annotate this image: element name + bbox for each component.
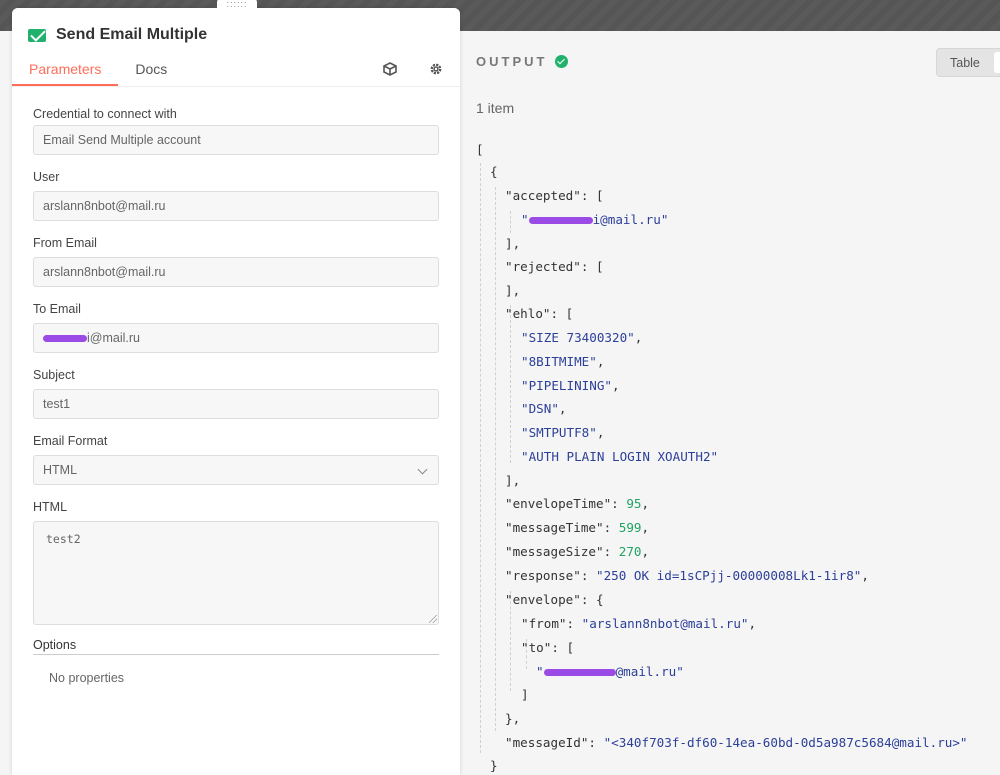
node-title: Send Email Multiple — [28, 26, 207, 44]
tab-parameters[interactable]: Parameters — [12, 60, 119, 86]
subject-label: Subject — [33, 368, 75, 382]
redaction-mark — [528, 217, 593, 224]
item-count: 1 item — [476, 100, 515, 116]
json-line: "8BITMIME", — [521, 354, 605, 369]
gear-icon[interactable] — [428, 62, 444, 78]
json-line: { — [490, 164, 498, 179]
panel-header: Send Email Multiple Parameters Docs — [12, 8, 460, 86]
html-textarea[interactable]: test2 — [33, 521, 439, 625]
email-format-value: HTML — [43, 463, 78, 477]
html-textarea-value: test2 — [46, 532, 81, 546]
redaction-mark — [543, 669, 616, 676]
credential-label: Credential to connect with — [33, 107, 177, 121]
json-line: "messageId": "<340f703f-df60-14ea-60bd-0… — [505, 735, 968, 750]
tab-bar: Parameters Docs — [12, 60, 184, 86]
parameters-form: Credential to connect with Email Send Mu… — [12, 86, 460, 775]
view-toggle[interactable]: Table — [936, 48, 1000, 77]
view-toggle-label: Table — [950, 56, 980, 70]
json-line: "messageTime": 599, — [505, 520, 650, 535]
json-line: " @mail.ru" — [536, 664, 684, 679]
json-line: ], — [505, 283, 521, 298]
json-line: "envelopeTime": 95, — [505, 496, 650, 511]
json-line: "SIZE 73400320", — [521, 330, 643, 345]
user-label: User — [33, 170, 60, 184]
html-label: HTML — [33, 500, 68, 514]
chevron-down-icon — [417, 464, 428, 475]
json-line: "DSN", — [521, 401, 567, 416]
tab-docs[interactable]: Docs — [118, 60, 184, 86]
json-guide — [495, 187, 496, 731]
resize-handle[interactable] — [429, 615, 437, 623]
output-panel: OUTPUT Table 1 item [ { "accepted": [ " i… — [459, 31, 1000, 775]
json-line: } — [490, 758, 498, 773]
json-line: "SMTPUTF8", — [521, 425, 605, 440]
json-line: "envelope": { — [505, 592, 604, 607]
json-line: }, — [505, 711, 521, 726]
to-email-label: To Email — [33, 302, 81, 316]
subject-field[interactable]: test1 — [33, 389, 439, 419]
json-line: "to": [ — [521, 640, 575, 655]
json-line: "from": "arslann8nbot@mail.ru", — [521, 616, 757, 631]
node-panel: :::::: Send Email Multiple Parameters Do… — [12, 0, 460, 775]
cube-icon[interactable] — [382, 62, 398, 78]
json-line: "PIPELINING", — [521, 378, 620, 393]
json-guide — [510, 305, 511, 463]
from-email-label: From Email — [33, 236, 97, 250]
json-line: " i@mail.ru" — [521, 212, 669, 227]
json-line: "messageSize": 270, — [505, 544, 650, 559]
check-circle-icon — [555, 55, 569, 68]
envelope-icon — [28, 28, 46, 42]
accepted-email: i@mail.ru" — [592, 212, 669, 227]
json-line: "accepted": [ — [505, 188, 604, 203]
from-email-field[interactable]: arslann8nbot@mail.ru — [33, 257, 439, 287]
json-line: "AUTH PLAIN LOGIN XOAUTH2" — [521, 449, 719, 464]
json-line: "ehlo": [ — [505, 306, 574, 321]
drag-handle[interactable]: :::::: — [217, 0, 257, 9]
email-format-label: Email Format — [33, 434, 108, 448]
options-label: Options — [33, 638, 77, 652]
options-divider — [33, 654, 439, 655]
json-line: ] — [521, 687, 529, 702]
no-properties-text: No properties — [49, 671, 125, 685]
json-guide — [480, 163, 481, 753]
output-header: OUTPUT — [476, 54, 569, 69]
json-line: "response": "250 OK id=1sCPjj-00000008Lk… — [505, 568, 869, 583]
user-field[interactable]: arslann8nbot@mail.ru — [33, 191, 439, 221]
view-toggle-knob[interactable] — [994, 52, 1000, 73]
json-line: "rejected": [ — [505, 259, 604, 274]
credential-select[interactable]: Email Send Multiple account — [33, 125, 439, 155]
json-line: [ — [476, 142, 484, 157]
redaction-mark — [43, 335, 87, 343]
node-title-text[interactable]: Send Email Multiple — [56, 26, 207, 44]
email-format-select[interactable]: HTML — [33, 455, 439, 485]
to-email-field[interactable]: i@mail.ru — [33, 323, 439, 353]
output-title: OUTPUT — [476, 54, 548, 69]
json-line: ], — [505, 236, 521, 251]
json-line: ], — [505, 473, 521, 488]
json-guide — [510, 211, 511, 233]
